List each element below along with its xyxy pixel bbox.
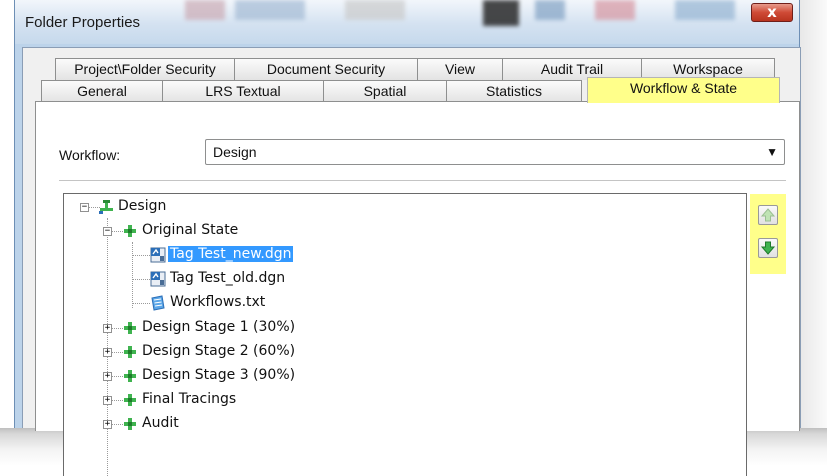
folder-properties-window: Folder Properties x Project\Folder Secur…	[14, 0, 801, 476]
state-icon	[124, 394, 136, 406]
minus-box-icon[interactable]: −	[103, 227, 112, 236]
dgn-file-icon	[150, 247, 166, 263]
title-bar: Folder Properties x	[15, 0, 799, 44]
plus-box-icon[interactable]: +	[103, 324, 112, 333]
workflow-label: Workflow:	[59, 147, 121, 163]
tab-view[interactable]: View	[417, 58, 503, 80]
background-blur	[483, 0, 519, 26]
close-button[interactable]: x	[751, 3, 793, 22]
tree-connector	[132, 279, 150, 280]
dialog-body: Project\Folder Security Document Securit…	[22, 47, 801, 476]
tab-workflow-state[interactable]: Workflow & State	[587, 77, 780, 103]
workflow-icon	[99, 200, 113, 214]
state-icon	[124, 370, 136, 382]
background-right-edge	[800, 0, 827, 466]
workflow-tree-content: − Design − Original State Tag Test_new.d…	[64, 194, 746, 476]
background-blur	[235, 0, 305, 20]
tree-connector	[132, 303, 150, 304]
tab-project-folder-security[interactable]: Project\Folder Security	[55, 58, 235, 80]
move-down-button[interactable]	[758, 238, 778, 258]
workflow-select[interactable]: Design ▼	[205, 139, 785, 165]
tree-node-label: Design Stage 2 (60%)	[142, 343, 296, 359]
background-blur	[185, 0, 225, 20]
workflow-select-value: Design	[213, 144, 257, 160]
tab-lrs-textual[interactable]: LRS Textual	[162, 80, 324, 102]
tab-spatial[interactable]: Spatial	[323, 80, 447, 102]
tab-general[interactable]: General	[41, 80, 163, 102]
plus-box-icon[interactable]: +	[103, 348, 112, 357]
dgn-file-icon	[150, 271, 166, 287]
state-icon	[124, 225, 136, 237]
plus-box-icon[interactable]: +	[103, 420, 112, 429]
move-up-button[interactable]	[758, 205, 778, 225]
minus-box-icon[interactable]: −	[80, 203, 89, 212]
tree-connector	[132, 255, 150, 256]
tree-node-label: Original State	[142, 222, 239, 238]
arrow-up-icon	[760, 208, 776, 222]
text-file-icon	[151, 295, 165, 311]
window-title: Folder Properties	[25, 14, 141, 31]
state-icon	[124, 322, 136, 334]
background-blur	[595, 0, 635, 20]
tree-node-label: Design	[118, 198, 167, 214]
plus-box-icon[interactable]: +	[103, 372, 112, 381]
tree-node-label: Design Stage 3 (90%)	[142, 367, 296, 383]
separator	[59, 180, 786, 182]
plus-box-icon[interactable]: +	[103, 396, 112, 405]
tab-statistics[interactable]: Statistics	[446, 80, 582, 102]
tree-file-label: Tag Test_old.dgn	[170, 270, 286, 286]
tree-file-label: Tag Test_new.dgn	[166, 245, 295, 263]
tree-node-label: Audit	[142, 415, 179, 431]
background-blur	[675, 0, 735, 20]
state-icon	[124, 346, 136, 358]
workflow-tree[interactable]: − Design − Original State Tag Test_new.d…	[63, 193, 747, 476]
tree-node-label: Final Tracings	[142, 391, 237, 407]
tree-node-label: Design Stage 1 (30%)	[142, 319, 296, 335]
tree-file-label: Workflows.txt	[170, 294, 266, 310]
state-icon	[124, 418, 136, 430]
background-blur	[535, 0, 565, 20]
tab-document-security[interactable]: Document Security	[234, 58, 418, 80]
background-blur	[345, 0, 405, 20]
close-icon: x	[767, 3, 777, 21]
arrow-down-icon	[760, 241, 776, 255]
tree-connector	[132, 242, 133, 308]
chevron-down-icon: ▼	[766, 145, 778, 159]
